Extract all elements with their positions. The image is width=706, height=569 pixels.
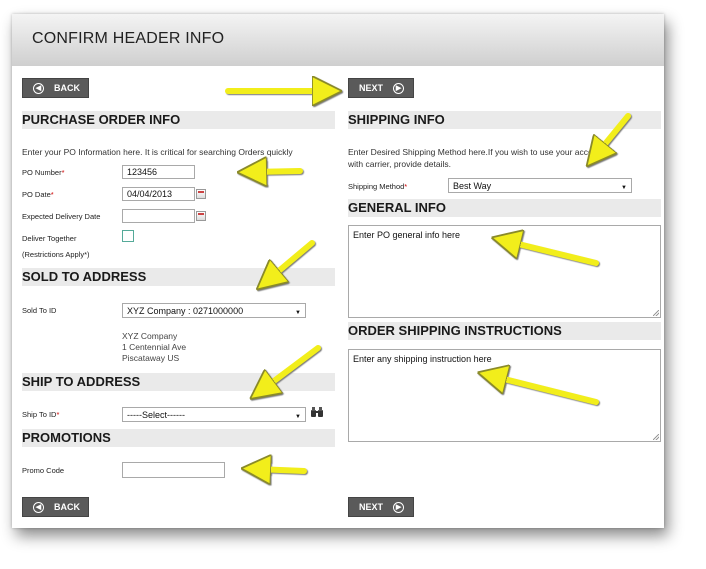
general-info-text: Enter PO general info here xyxy=(353,230,461,240)
section-header-ship-to: SHIP TO ADDRESS xyxy=(22,373,335,391)
calendar-icon[interactable] xyxy=(196,211,206,221)
expected-delivery-date-label: Expected Delivery Date xyxy=(22,212,101,221)
sold-to-id-value: XYZ Company : 0271000000 xyxy=(127,306,244,316)
expected-delivery-date-input[interactable] xyxy=(122,209,195,223)
next-button-label: NEXT xyxy=(359,83,384,93)
shipping-intro-line1: Enter Desired Shipping Method here.If yo… xyxy=(348,147,605,157)
po-number-label: PO Number* xyxy=(22,168,65,177)
section-header-purchase-order: PURCHASE ORDER INFO xyxy=(22,111,335,129)
ship-to-id-label: Ship To ID* xyxy=(22,410,60,419)
general-info-textarea[interactable]: Enter PO general info here xyxy=(348,225,661,318)
resize-grip-icon[interactable] xyxy=(653,310,659,316)
section-header-sold-to: SOLD TO ADDRESS xyxy=(22,268,335,286)
sold-to-id-label: Sold To ID xyxy=(22,306,57,315)
shipping-method-select[interactable]: Best Way ▼ xyxy=(448,178,632,193)
section-header-general: GENERAL INFO xyxy=(348,199,661,217)
calendar-icon[interactable] xyxy=(196,189,206,199)
ship-to-id-value: -----Select------ xyxy=(127,410,185,420)
po-date-label: PO Date* xyxy=(22,190,54,199)
back-button-label: BACK xyxy=(54,502,80,512)
chevron-down-icon: ▼ xyxy=(295,310,301,316)
back-button-top[interactable]: ◀ BACK xyxy=(22,78,89,98)
address-line: Piscataway US xyxy=(122,353,180,363)
title-bar: CONFIRM HEADER INFO xyxy=(12,14,664,66)
circle-right-icon: ▶ xyxy=(393,82,405,94)
shipping-method-value: Best Way xyxy=(453,181,492,191)
promo-code-label: Promo Code xyxy=(22,466,65,475)
back-button-label: BACK xyxy=(54,83,80,93)
circle-left-icon: ◀ xyxy=(33,82,44,94)
next-button-bottom[interactable]: NEXT ▶ xyxy=(348,497,414,517)
address-line: XYZ Company xyxy=(122,331,178,341)
address-line: 1 Centennial Ave xyxy=(122,342,187,352)
chevron-down-icon: ▼ xyxy=(295,414,301,420)
section-header-promotions: PROMOTIONS xyxy=(22,429,335,447)
po-number-input[interactable]: 123456 xyxy=(122,165,195,179)
section-header-order-shipping: ORDER SHIPPING INSTRUCTIONS xyxy=(348,322,661,340)
page-title: CONFIRM HEADER INFO xyxy=(32,30,225,47)
shipping-intro-line2: with carrier, provide details. xyxy=(348,159,451,169)
next-button-top[interactable]: NEXT ▶ xyxy=(348,78,414,98)
sold-to-address: XYZ Company 1 Centennial Ave Piscataway … xyxy=(122,331,186,364)
promo-code-input[interactable] xyxy=(122,462,225,478)
po-intro-text: Enter your PO Information here. It is cr… xyxy=(22,147,293,157)
deliver-together-checkbox[interactable] xyxy=(122,230,134,242)
deliver-together-label: Deliver Together xyxy=(22,234,77,243)
back-button-bottom[interactable]: ◀ BACK xyxy=(22,497,89,517)
next-button-label: NEXT xyxy=(359,502,384,512)
shipping-instructions-text: Enter any shipping instruction here xyxy=(353,354,492,364)
section-header-shipping: SHIPPING INFO xyxy=(348,111,661,129)
sold-to-id-select[interactable]: XYZ Company : 0271000000 ▼ xyxy=(122,303,306,318)
resize-grip-icon[interactable] xyxy=(653,434,659,440)
ship-to-id-select[interactable]: -----Select------ ▼ xyxy=(122,407,306,422)
restrictions-label: (Restrictions Apply*) xyxy=(22,250,90,259)
po-date-input[interactable]: 04/04/2013 xyxy=(122,187,195,201)
shipping-instructions-textarea[interactable]: Enter any shipping instruction here xyxy=(348,349,661,442)
binoculars-icon[interactable] xyxy=(310,406,324,418)
circle-left-icon: ◀ xyxy=(33,501,44,513)
circle-right-icon: ▶ xyxy=(393,501,405,513)
chevron-down-icon: ▼ xyxy=(621,185,627,191)
shipping-method-label: Shipping Method* xyxy=(348,182,408,191)
